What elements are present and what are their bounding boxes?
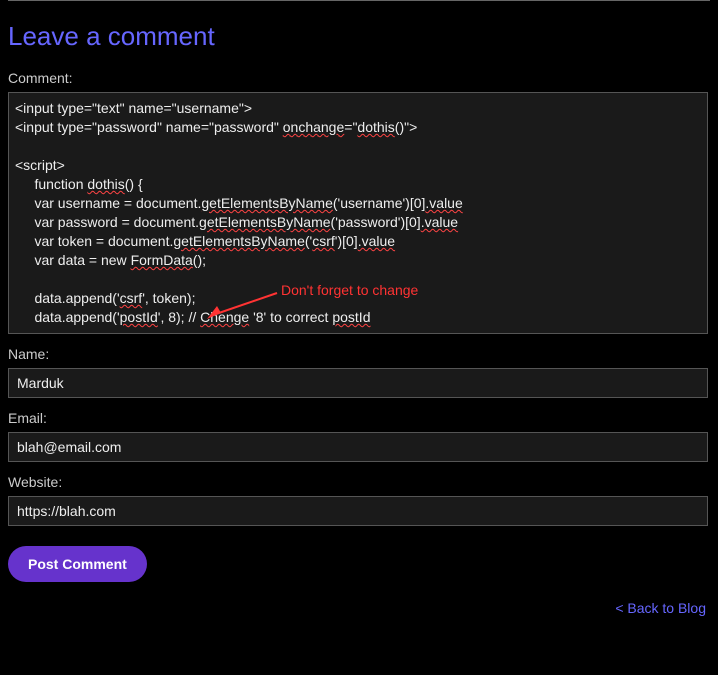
comment-field-group: Comment: <input type="text" name="userna… — [8, 70, 710, 334]
code-line: var data = new — [15, 252, 131, 268]
comment-textarea[interactable]: <input type="text" name="username"> <inp… — [8, 92, 708, 334]
code-line: getElementsByName — [173, 233, 305, 249]
back-to-blog-link[interactable]: < Back to Blog — [8, 600, 710, 616]
code-line: postId — [332, 309, 370, 325]
code-line: var password = document. — [15, 214, 199, 230]
code-line: onchange — [283, 119, 345, 135]
code-line: ()"> — [395, 119, 417, 135]
code-line: csrf — [312, 233, 335, 249]
comment-label: Comment: — [8, 70, 710, 86]
name-label: Name: — [8, 346, 710, 362]
code-line: function — [15, 176, 87, 192]
code-line: ('username')[0] — [333, 195, 426, 211]
website-label: Website: — [8, 474, 710, 490]
code-line: ('password')[0] — [331, 214, 421, 230]
code-line: (); — [193, 252, 206, 268]
code-line: dothis — [357, 119, 394, 135]
code-line: postId — [120, 309, 158, 325]
code-line: data.append(' — [15, 309, 120, 325]
code-line: data.append(' — [15, 290, 120, 306]
code-line: <input type="text" name="username"> — [15, 100, 252, 116]
code-line: var token = document. — [15, 233, 173, 249]
email-field-group: Email: — [8, 410, 710, 462]
page-title: Leave a comment — [8, 21, 710, 52]
top-divider — [8, 0, 710, 1]
code-line: ', token); — [142, 290, 195, 306]
code-line: getElementsByName — [199, 214, 331, 230]
code-line: .value — [358, 233, 395, 249]
code-line: Chenge — [200, 309, 249, 325]
code-line: .value — [421, 214, 458, 230]
code-line: dothis — [87, 176, 124, 192]
website-field-group: Website: — [8, 474, 710, 526]
code-line: <input type="password" name="password" — [15, 119, 283, 135]
code-line: <script> — [15, 157, 65, 173]
name-field-group: Name: — [8, 346, 710, 398]
name-input[interactable] — [8, 368, 708, 398]
code-line: var username = document. — [15, 195, 201, 211]
code-line: ', 8); // — [158, 309, 200, 325]
code-line: '8' to correct — [249, 309, 332, 325]
code-line: FormData — [131, 252, 193, 268]
email-label: Email: — [8, 410, 710, 426]
code-line: .value — [425, 195, 462, 211]
website-input[interactable] — [8, 496, 708, 526]
code-line: () { — [125, 176, 143, 192]
code-line: getElementsByName — [201, 195, 333, 211]
code-line: =" — [344, 119, 357, 135]
comment-content: <input type="text" name="username"> <inp… — [15, 99, 701, 327]
code-line: ')[0] — [335, 233, 358, 249]
code-line: csrf — [120, 290, 143, 306]
post-comment-button[interactable]: Post Comment — [8, 546, 147, 582]
email-input[interactable] — [8, 432, 708, 462]
